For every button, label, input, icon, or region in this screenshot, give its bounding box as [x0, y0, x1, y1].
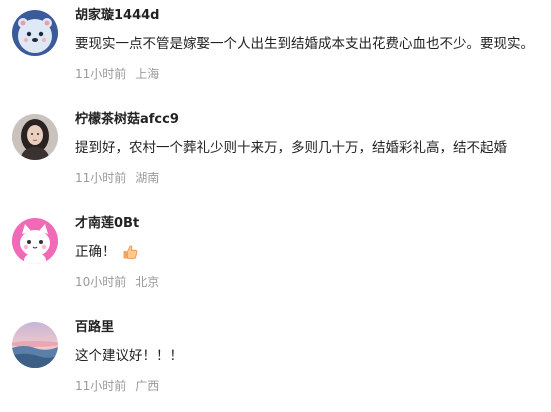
comment-list: 胡家璇1444d 要现实一点不管是嫁娶一个人出生到结婚成本支出花费心血也不少。要… — [0, 0, 551, 405]
sunset-landscape-avatar-icon — [12, 322, 58, 368]
location: 北京 — [135, 275, 160, 289]
timestamp: 11小时前 — [75, 379, 127, 393]
comment-meta: 11小时前 广西 — [75, 378, 159, 394]
username[interactable]: 柠檬茶树菇afcc9 — [75, 111, 179, 129]
pink-cat-avatar-icon — [12, 218, 58, 264]
timestamp: 11小时前 — [75, 171, 127, 185]
comment-meta: 11小时前 湖南 — [75, 170, 159, 186]
avatar[interactable] — [12, 218, 58, 264]
comment-item: 胡家璇1444d 要现实一点不管是嫁娶一个人出生到结婚成本支出花费心血也不少。要… — [0, 0, 551, 100]
avatar[interactable] — [12, 114, 58, 160]
comment-item: 才南莲0Bt 正确！ 10小时前 北京 — [0, 208, 551, 308]
username[interactable]: 才南莲0Bt — [75, 215, 139, 233]
comment-text: 这个建议好！！！ — [75, 348, 183, 364]
timestamp: 11小时前 — [75, 67, 127, 81]
location: 上海 — [135, 67, 160, 81]
avatar[interactable] — [12, 10, 58, 56]
cartoon-bear-avatar-icon — [12, 10, 58, 56]
comment-meta: 11小时前 上海 — [75, 66, 159, 82]
comment-item: 柠檬茶树菇afcc9 提到好，农村一个葬礼少则十来万，多则几十万，结婚彩礼高，结… — [0, 104, 551, 204]
timestamp: 10小时前 — [75, 275, 127, 289]
avatar[interactable] — [12, 322, 58, 368]
comment-text: 提到好，农村一个葬礼少则十来万，多则几十万，结婚彩礼高，结不起婚 — [75, 140, 507, 156]
comment-item: 百路里 这个建议好！！！ 11小时前 广西 — [0, 312, 551, 412]
username[interactable]: 胡家璇1444d — [75, 7, 160, 25]
comment-text-value: 正确！ — [75, 244, 116, 260]
portrait-photo-avatar-icon — [12, 114, 58, 160]
comment-text: 要现实一点不管是嫁娶一个人出生到结婚成本支出花费心血也不少。要现实。 — [75, 36, 534, 52]
location: 湖南 — [135, 171, 160, 185]
location: 广西 — [135, 379, 160, 393]
thumbs-up-icon — [123, 245, 137, 259]
comment-meta: 10小时前 北京 — [75, 274, 159, 290]
username[interactable]: 百路里 — [75, 319, 114, 337]
comment-text: 正确！ — [75, 242, 551, 262]
